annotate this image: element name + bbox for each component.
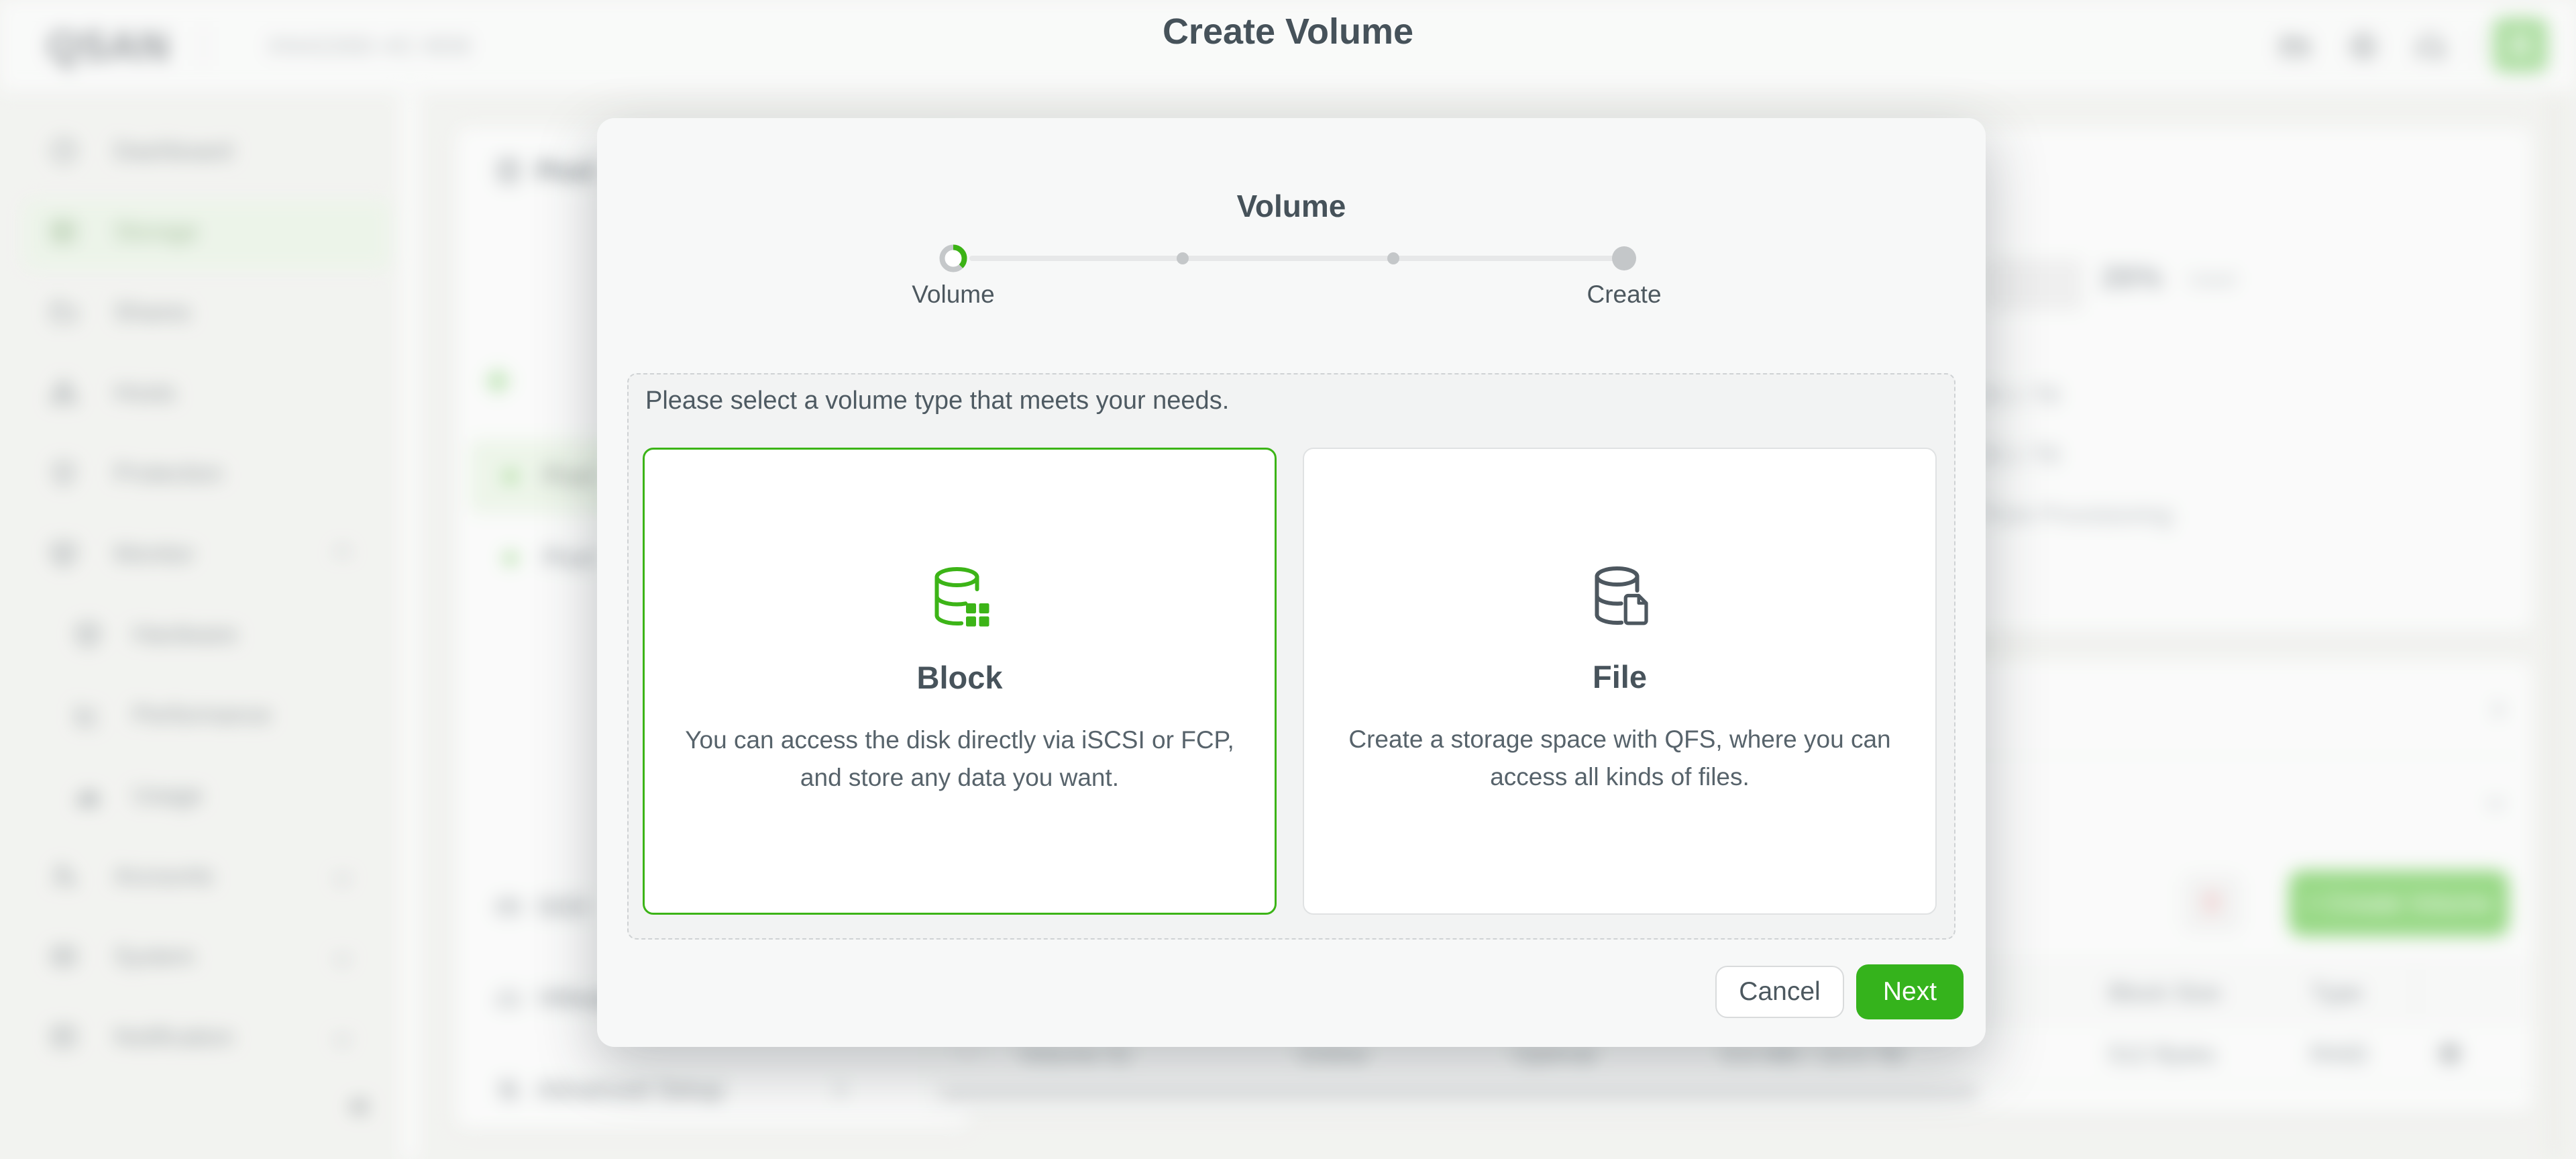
card-title: File: [1593, 658, 1647, 695]
qsan-app: QSAN XN4226D-4C-9D8 A Dashboard Storage: [0, 0, 2576, 1159]
step-label-create: Create: [1537, 281, 1711, 309]
volume-type-prompt: Please select a volume type that meets y…: [645, 387, 1229, 415]
next-button[interactable]: Next: [1856, 964, 1964, 1019]
block-volume-icon: [928, 565, 992, 629]
cancel-button[interactable]: Cancel: [1715, 966, 1844, 1018]
modal-title: Volume: [597, 188, 1986, 224]
file-volume-icon: [1588, 564, 1652, 629]
card-description: You can access the disk directly via iSC…: [675, 721, 1245, 797]
step-current-icon: [937, 242, 969, 274]
step-dot-icon: [1387, 252, 1399, 264]
card-description: Create a storage space with QFS, where y…: [1335, 721, 1905, 796]
create-volume-modal: Volume Volume Create Please select a vol…: [597, 118, 1986, 1047]
step-end-icon: [1612, 246, 1636, 270]
step-dot-icon: [1177, 252, 1189, 264]
stepper-track: [969, 256, 1624, 261]
volume-type-card-file[interactable]: File Create a storage space with QFS, wh…: [1303, 448, 1937, 915]
page-title: Create Volume: [0, 11, 2576, 52]
volume-type-card-block[interactable]: Block You can access the disk directly v…: [643, 448, 1277, 915]
card-title: Block: [917, 659, 1003, 696]
step-label-volume: Volume: [866, 281, 1040, 309]
